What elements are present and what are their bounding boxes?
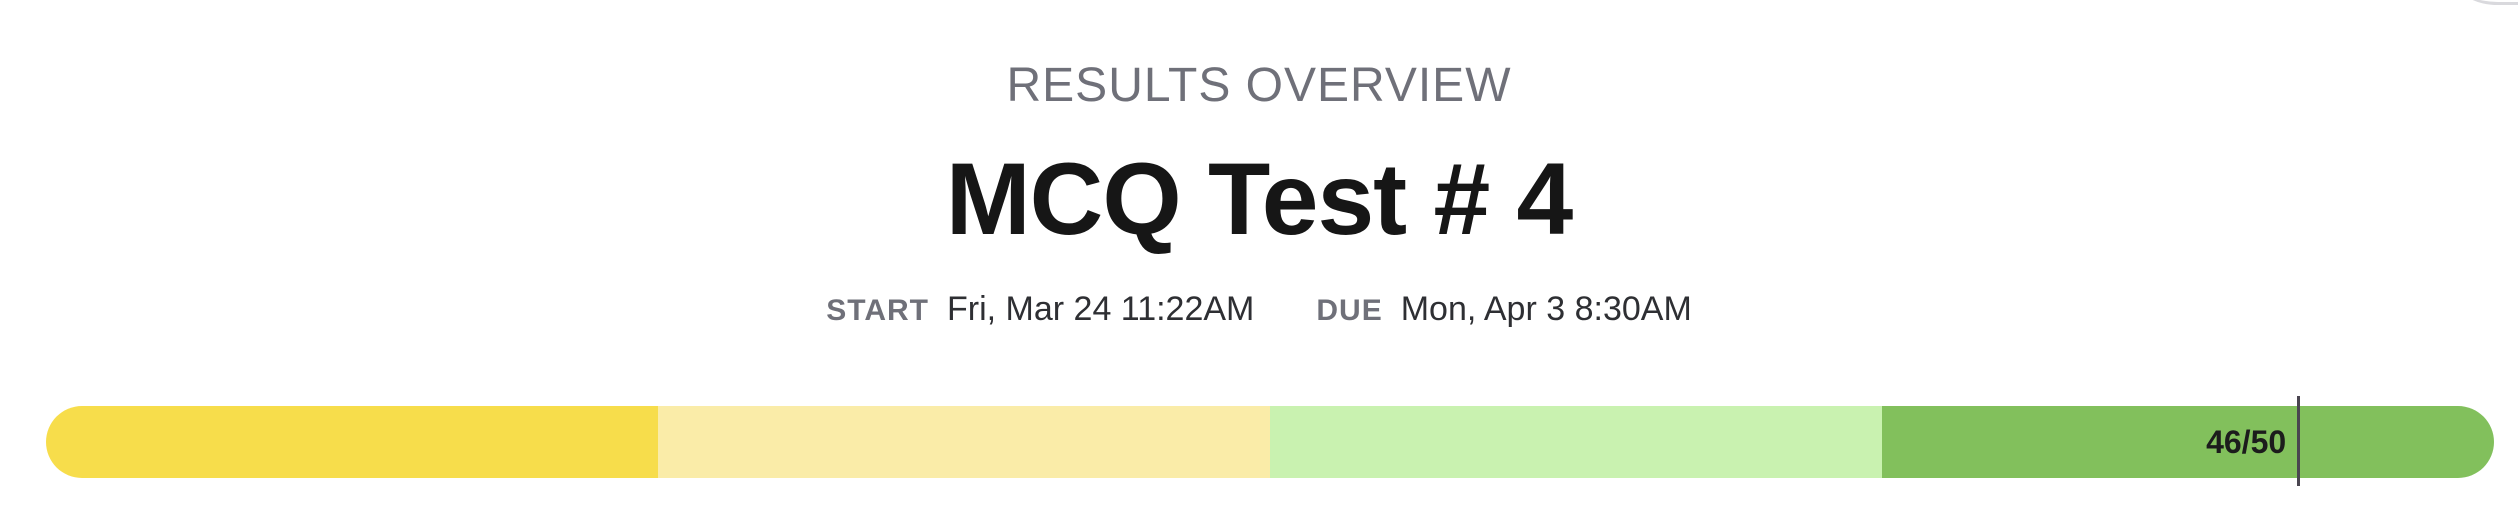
page-title: MCQ Test # 4 bbox=[945, 142, 1574, 256]
score-bar bbox=[46, 406, 2494, 478]
score-band-1 bbox=[46, 406, 658, 478]
start-date-value: Fri, Mar 24 11:22AM bbox=[947, 290, 1255, 328]
due-date-value: Mon, Apr 3 8:30AM bbox=[1400, 290, 1692, 328]
score-marker bbox=[2296, 396, 2300, 486]
start-date-label: START bbox=[826, 294, 929, 327]
date-row: START Fri, Mar 24 11:22AM DUE Mon, Apr 3… bbox=[0, 290, 2518, 329]
due-date: DUE Mon, Apr 3 8:30AM bbox=[1316, 290, 1691, 329]
score-label: 46/50 bbox=[2206, 423, 2287, 460]
due-date-label: DUE bbox=[1316, 294, 1383, 327]
start-date: START Fri, Mar 24 11:22AM bbox=[826, 290, 1254, 329]
section-eyebrow: RESULTS OVERVIEW bbox=[1006, 59, 1512, 112]
corner-decoration bbox=[2458, 0, 2518, 5]
score-band-3 bbox=[1270, 406, 1882, 478]
score-band-4 bbox=[1882, 406, 2494, 478]
score-band-2 bbox=[658, 406, 1270, 478]
